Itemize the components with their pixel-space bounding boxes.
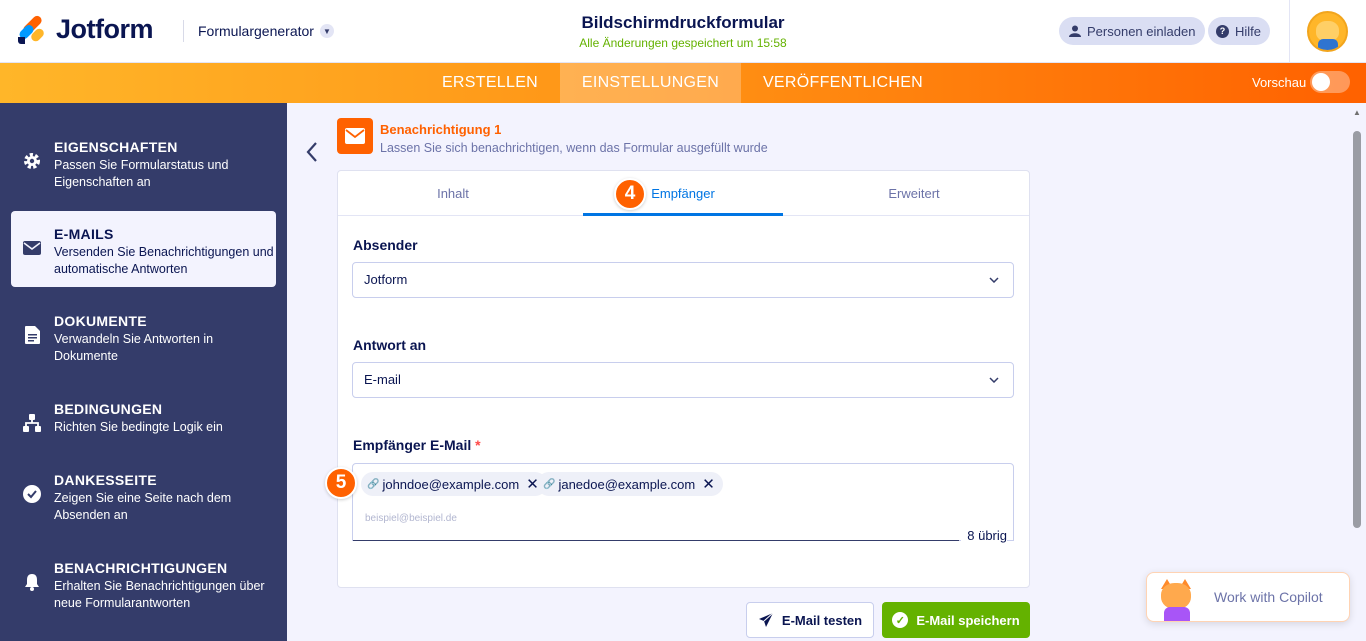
- test-email-label: E-Mail testen: [781, 612, 863, 628]
- sidebar-item-title: EIGENSCHAFTEN: [54, 139, 178, 155]
- tab-advanced[interactable]: Erweitert: [814, 171, 1014, 216]
- test-email-button[interactable]: E-Mail testen: [746, 602, 874, 638]
- recipient-placeholder: beispiel@beispiel.de: [365, 513, 457, 524]
- sender-select[interactable]: Jotform: [352, 262, 1014, 298]
- sender-value: Jotform: [364, 272, 408, 287]
- required-asterisk: *: [475, 437, 481, 453]
- sidebar-item-desc: Verwandeln Sie Antworten in Dokumente: [54, 332, 214, 363]
- sidebar-item-title: BENACHRICHTIGUNGEN: [54, 560, 228, 576]
- hierarchy-icon: [23, 414, 41, 432]
- sidebar-item-desc: Passen Sie Formularstatus und Eigenschaf…: [54, 158, 229, 189]
- recipient-chip-email: johndoe@example.com: [382, 476, 520, 492]
- form-title-area: Bildschirmdruckformular Alle Änderungen …: [520, 13, 846, 50]
- link-icon: 🔗: [543, 478, 556, 490]
- form-builder-label: Formulargenerator: [198, 23, 314, 39]
- sidebar-item-notifications[interactable]: BENACHRICHTIGUNGEN Erhalten Sie Benachri…: [11, 545, 276, 621]
- bell-icon: [23, 573, 41, 591]
- sidebar-item-documents[interactable]: DOKUMENTE Verwandeln Sie Antworten in Do…: [11, 298, 276, 374]
- divider: [183, 20, 184, 42]
- divider: [1289, 0, 1290, 63]
- check-icon: ✓: [892, 612, 909, 628]
- sidebar-item-properties[interactable]: EIGENSCHAFTEN Passen Sie Formularstatus …: [11, 124, 276, 200]
- scroll-up-icon[interactable]: ▲: [1353, 108, 1361, 117]
- save-status: Alle Änderungen gespeichert um 15:58: [579, 36, 787, 50]
- sidebar-item-desc: Zeigen Sie eine Seite nach dem Absenden …: [54, 491, 232, 522]
- document-icon: [23, 326, 41, 344]
- preview-toggle[interactable]: [1310, 71, 1350, 93]
- main-nav: ERSTELLEN EINSTELLUNGEN VERÖFFENTLICHEN …: [0, 63, 1366, 103]
- sidebar-item-desc: Erhalten Sie Benachrichtigungen über neu…: [54, 579, 265, 610]
- invite-label: Personen einladen: [1087, 23, 1196, 39]
- copilot-avatar: [1155, 577, 1199, 621]
- reply-to-label: Antwort an: [353, 337, 427, 353]
- question-icon: ?: [1216, 24, 1229, 38]
- email-settings-panel: Inhalt Empfänger Erweitert Absender Jotf…: [337, 170, 1030, 588]
- remove-icon[interactable]: ✕: [702, 475, 715, 493]
- brand-name: Jotform: [56, 14, 154, 44]
- notification-email-icon: [337, 118, 373, 154]
- recipient-email-label: Empfänger E-Mail *: [353, 437, 481, 453]
- sidebar-item-title: BEDINGUNGEN: [54, 401, 163, 417]
- sidebar-item-title: DOKUMENTE: [54, 313, 147, 329]
- panel-tabs: Inhalt Empfänger Erweitert: [338, 171, 1029, 216]
- back-arrow-icon[interactable]: [306, 141, 318, 170]
- input-underline: [353, 540, 959, 541]
- chevron-down-icon: [989, 363, 999, 397]
- sidebar-item-title: DANKESSEITE: [54, 472, 157, 488]
- sidebar-item-thank-you-page[interactable]: DANKESSEITE Zeigen Sie eine Seite nach d…: [11, 457, 276, 533]
- gear-icon: [23, 152, 41, 170]
- form-builder-menu[interactable]: Formulargenerator ▼: [198, 23, 334, 39]
- user-icon: [1069, 25, 1081, 37]
- tab-content[interactable]: Inhalt: [338, 171, 568, 216]
- recipient-email-label-text: Empfänger E-Mail: [353, 437, 472, 453]
- save-email-button[interactable]: ✓ E-Mail speichern: [882, 602, 1030, 638]
- help-button[interactable]: ? Hilfe: [1208, 17, 1271, 45]
- sidebar-item-desc: Richten Sie bedingte Logik ein: [54, 420, 223, 434]
- jotform-logo[interactable]: Jotform: [17, 13, 154, 45]
- sender-label: Absender: [353, 237, 418, 253]
- tab-create[interactable]: ERSTELLEN: [430, 63, 550, 103]
- step-badge-4: 4: [614, 178, 646, 210]
- reply-to-select[interactable]: E-mail: [352, 362, 1014, 398]
- save-email-label: E-Mail speichern: [916, 612, 1020, 628]
- help-label: Hilfe: [1235, 23, 1262, 39]
- envelope-icon: [23, 239, 41, 257]
- recipient-chip[interactable]: 🔗 janedoe@example.com ✕: [537, 472, 723, 496]
- reply-to-value: E-mail: [364, 372, 401, 387]
- preview-label: Vorschau: [1252, 75, 1307, 90]
- chevron-down-icon: [989, 263, 999, 297]
- tab-settings[interactable]: EINSTELLUNGEN: [560, 63, 741, 103]
- recipient-chip-email: janedoe@example.com: [558, 476, 696, 492]
- sidebar-item-title: E-MAILS: [54, 226, 114, 242]
- scrollbar-thumb[interactable]: [1353, 131, 1361, 528]
- sidebar-item-emails[interactable]: E-MAILS Versenden Sie Benachrichtigungen…: [11, 211, 276, 287]
- copilot-label: Work with Copilot: [1214, 589, 1323, 605]
- user-avatar[interactable]: [1307, 11, 1348, 52]
- sidebar-item-desc: Versenden Sie Benachrichtigungen und aut…: [54, 245, 274, 276]
- top-bar: Jotform Formulargenerator ▼ Bildschirmdr…: [0, 0, 1366, 63]
- tab-publish[interactable]: VERÖFFENTLICHEN: [751, 63, 935, 103]
- remaining-count: 8 übrig: [961, 528, 1007, 543]
- step-badge-5: 5: [325, 467, 357, 499]
- link-icon: 🔗: [367, 478, 380, 490]
- tab-recipients[interactable]: Empfänger: [583, 171, 783, 216]
- notification-subtitle: Lassen Sie sich benachrichtigen, wenn da…: [380, 141, 768, 155]
- invite-people-button[interactable]: Personen einladen: [1059, 17, 1206, 45]
- jotform-logo-icon: [17, 13, 46, 45]
- copilot-widget[interactable]: Work with Copilot: [1146, 572, 1350, 622]
- chevron-down-icon: ▼: [319, 24, 334, 38]
- sidebar-item-conditions[interactable]: BEDINGUNGEN Richten Sie bedingte Logik e…: [11, 386, 276, 462]
- recipient-chip[interactable]: 🔗 johndoe@example.com ✕: [361, 472, 547, 496]
- recipient-email-input[interactable]: 🔗 johndoe@example.com ✕ 🔗 janedoe@exampl…: [352, 463, 1014, 543]
- settings-sidebar: EIGENSCHAFTEN Passen Sie Formularstatus …: [0, 103, 287, 641]
- check-circle-icon: [23, 485, 41, 503]
- form-title[interactable]: Bildschirmdruckformular: [520, 13, 846, 33]
- send-icon: [758, 612, 774, 627]
- notification-title: Benachrichtigung 1: [380, 122, 502, 137]
